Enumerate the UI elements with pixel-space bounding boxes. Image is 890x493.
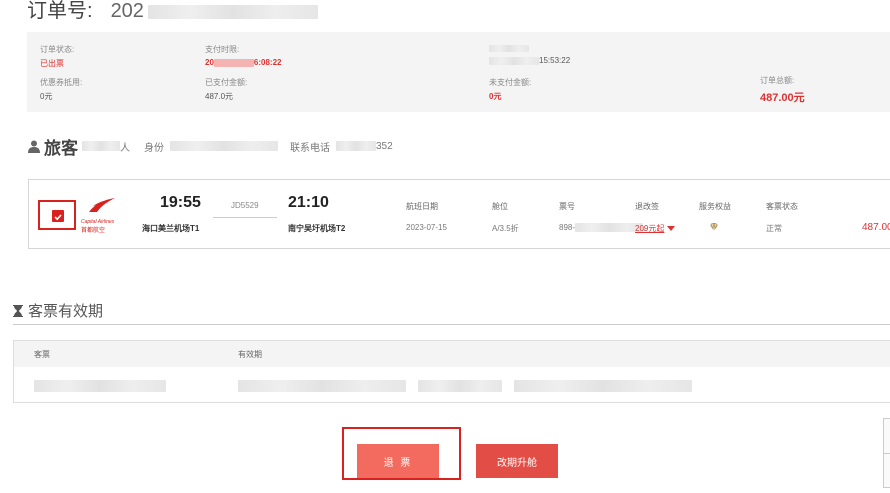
unpaid-amount-value: 0元	[489, 92, 502, 101]
flight-number: JD5529	[231, 201, 259, 210]
change-fee[interactable]: 209元起	[635, 223, 676, 234]
cabin-class: A/3.5折	[492, 224, 519, 233]
coupon-discount-value: 0元	[40, 92, 53, 101]
booking-time-value: 15:53:22	[489, 56, 570, 65]
col-header-cabin: 舱位	[492, 202, 508, 211]
validity-redacted-1	[238, 380, 406, 392]
col-header-validity: 有效期	[238, 350, 262, 359]
checkbox-highlight-frame	[38, 200, 76, 230]
booking-time: 15:53:22	[489, 44, 570, 65]
capital-airlines-logo: Capital Airlines 首都航空	[81, 194, 121, 234]
flight-card: Capital Airlines 首都航空 19:55 JD5529 21:10…	[28, 179, 890, 249]
user-icon	[28, 140, 40, 153]
paid-amount: 已支付金额: 487.0元	[205, 77, 247, 102]
unpaid-amount-label: 未支付金额:	[489, 78, 532, 87]
validity-redacted-3	[514, 380, 692, 392]
validity-divider	[13, 324, 890, 325]
col-header-service: 服务权益	[699, 202, 731, 211]
side-floating-tab[interactable]	[883, 418, 890, 488]
order-total: 订单总额: 487.00元	[760, 75, 805, 105]
passenger-name-redacted	[82, 141, 120, 151]
ticket-number: 898-,	[559, 223, 646, 233]
col-header-date: 航班日期	[406, 202, 438, 211]
pay-deadline-label: 支付时限:	[205, 45, 240, 54]
unpaid-amount: 未支付金额: 0元	[489, 77, 531, 102]
flight-date: 2023-07-15	[406, 223, 447, 232]
passenger-id-label: 身份	[144, 142, 164, 154]
passenger-header: 旅客 人 身份 联系电话 352	[28, 136, 393, 158]
order-status-label: 订单状态:	[40, 45, 75, 54]
order-status: 订单状态: 已出票	[40, 44, 74, 69]
order-number-title: 订单号: 202	[27, 0, 318, 22]
order-number-label: 订单号:	[27, 0, 93, 22]
caret-down-icon[interactable]	[667, 226, 676, 232]
coupon-discount-label: 优惠券抵用:	[40, 78, 83, 87]
change-fee-link[interactable]: 209元起	[635, 224, 664, 233]
paid-amount-label: 已支付金额:	[205, 78, 248, 87]
passenger-phone-tail: 352	[376, 140, 393, 152]
arrival-time: 21:10	[288, 194, 329, 211]
side-tab-divider	[884, 453, 890, 454]
validity-table-header: 客票 有效期	[14, 341, 890, 367]
order-total-label: 订单总额:	[760, 76, 795, 85]
col-header-ticket-no: 票号	[559, 202, 575, 211]
passenger-id-redacted	[170, 141, 278, 151]
change-upgrade-button[interactable]: 改期升舱	[476, 444, 558, 478]
order-number-value: 202	[110, 0, 144, 22]
ticket-redacted	[34, 380, 166, 392]
arrival-airport: 南宁吴圩机场T2	[288, 224, 346, 233]
flight-route-line	[213, 217, 277, 218]
coupon-discount: 优惠券抵用: 0元	[40, 77, 82, 102]
order-number-redacted	[147, 4, 318, 19]
flight-select-checkbox[interactable]	[52, 210, 64, 222]
hourglass-icon	[13, 304, 23, 317]
booking-time-label-redacted	[489, 45, 529, 53]
validity-table: 客票 有效期	[13, 340, 890, 403]
check-icon	[54, 214, 62, 221]
validity-redacted-2	[418, 380, 502, 392]
col-header-change: 退改签	[635, 202, 659, 211]
order-status-value: 已出票	[40, 59, 64, 68]
ticket-number-redacted	[575, 223, 644, 233]
passenger-phone-label: 联系电话	[290, 142, 330, 154]
passenger-phone-redacted	[336, 141, 376, 151]
pay-deadline-value: 20 6:08:22	[205, 58, 282, 67]
ticket-status: 正常	[766, 224, 782, 233]
passenger-person-suffix: 人	[120, 142, 130, 154]
order-total-value: 487.00元	[760, 92, 805, 104]
diamond-icon[interactable]	[709, 222, 719, 232]
order-summary-panel: 订单状态: 已出票 支付时限: 20 6:08:22 15:53:22 优惠券抵用…	[27, 32, 890, 112]
paid-amount-value: 487.0元	[205, 92, 234, 101]
ticket-price: 487.00	[862, 222, 890, 233]
airline-name-cn: 首都航空	[81, 228, 106, 234]
passenger-section-title: 旅客	[44, 138, 78, 158]
departure-airport: 海口美兰机场T1	[142, 224, 200, 233]
col-header-ticket: 客票	[34, 350, 50, 359]
validity-header: 客票有效期	[13, 300, 103, 321]
departure-time: 19:55	[160, 194, 201, 211]
refund-button[interactable]: 退 票	[357, 444, 439, 478]
col-header-ticket-status: 客票状态	[766, 202, 798, 211]
airline-emblem-icon	[89, 198, 115, 212]
validity-section-title: 客票有效期	[28, 303, 104, 320]
pay-deadline: 支付时限: 20 6:08:22	[205, 44, 281, 67]
